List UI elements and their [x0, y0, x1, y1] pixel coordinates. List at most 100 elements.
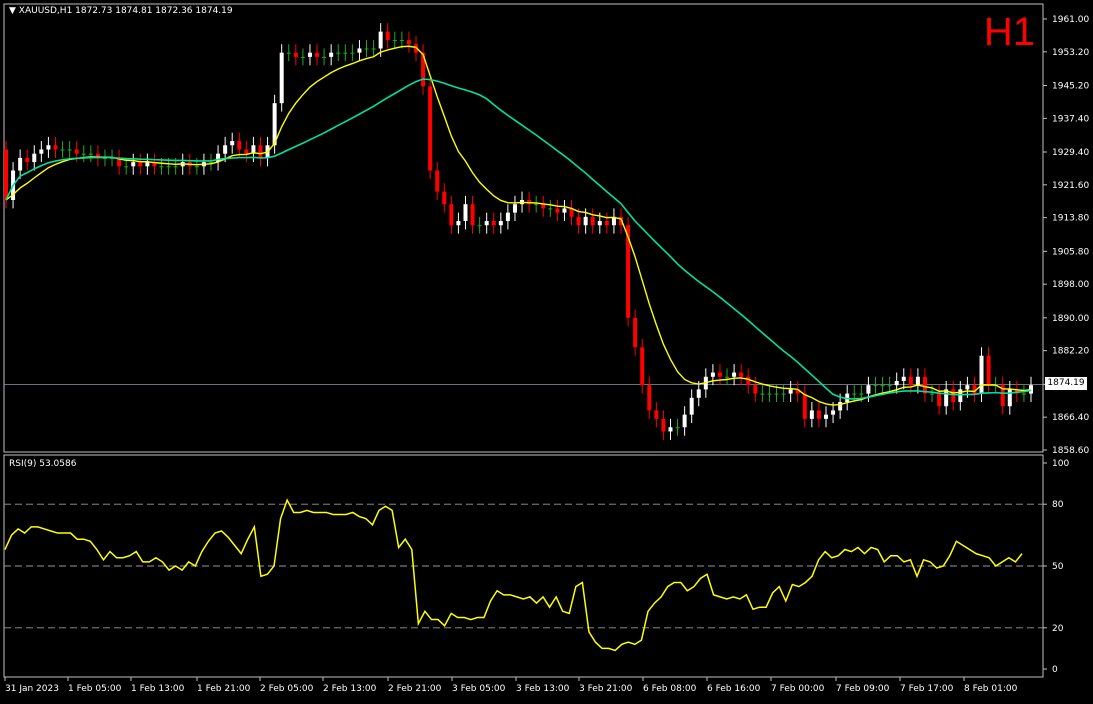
candle-body	[336, 52, 341, 54]
time-tick-label: 2 Feb 21:00	[388, 684, 442, 694]
time-tick-label: 7 Feb 00:00	[771, 684, 825, 694]
candle-body	[406, 40, 411, 45]
candle-body	[230, 141, 235, 146]
candle-body	[880, 385, 885, 387]
rsi-tick-label: 80	[1052, 500, 1064, 510]
candle-body	[654, 410, 659, 419]
candle-body	[732, 372, 737, 377]
time-tick-label: 3 Feb 13:00	[516, 684, 570, 694]
candle-body	[399, 40, 404, 42]
symbol-header: ▼ XAUUSD,H1 1872.73 1874.81 1872.36 1874…	[9, 6, 233, 16]
candle-body	[583, 216, 588, 226]
price-tick-label: 1913.80	[1052, 214, 1089, 224]
current-price-tag: 1874.19	[1045, 377, 1087, 390]
candle-body	[4, 149, 8, 200]
price-tick-label: 1937.40	[1052, 114, 1089, 124]
candle-body	[512, 204, 517, 213]
candle-body	[576, 216, 581, 226]
ma-slow-line	[5, 78, 1032, 400]
time-tick-label: 1 Feb 21:00	[197, 684, 251, 694]
candle-body	[484, 221, 489, 226]
candle-body	[385, 31, 390, 41]
candle-body	[831, 410, 836, 415]
candle-body	[392, 40, 397, 42]
candle-body	[986, 355, 991, 386]
chart-svg: 1961.00 1953.20 1945.20 1937.40 1929.40 1921.…	[3, 3, 1089, 694]
candle-body	[300, 56, 305, 58]
candle-body	[25, 157, 30, 163]
candle-body	[838, 402, 843, 411]
candle-body	[279, 52, 284, 104]
candle-body	[258, 145, 263, 158]
candle-body	[371, 48, 376, 50]
price-tick-label: 1961.00	[1052, 15, 1089, 25]
candle-body	[18, 157, 23, 171]
price-tick-label: 1882.20	[1052, 347, 1089, 357]
candle-body	[237, 141, 242, 150]
candle-body	[894, 380, 899, 386]
ma-fast-line	[5, 45, 1032, 406]
candle-body	[145, 162, 150, 167]
candle-body	[590, 216, 595, 226]
candle-body	[67, 149, 72, 151]
time-tick-label: 1 Feb 13:00	[131, 684, 185, 694]
candle-body	[194, 166, 199, 168]
rsi-tick-label: 0	[1052, 665, 1058, 675]
candle-body	[470, 204, 475, 226]
candle-body	[329, 52, 334, 57]
candle-body	[675, 427, 680, 429]
candle-body	[534, 204, 539, 206]
candle-body	[88, 153, 93, 155]
candle-body	[53, 145, 58, 150]
time-tick-label: 2 Feb 13:00	[323, 684, 377, 694]
candle-body	[604, 221, 609, 226]
candle-body	[350, 52, 355, 54]
candle-body	[710, 372, 715, 377]
candle-body	[633, 317, 638, 348]
collapse-triangle-icon[interactable]: ▼	[9, 6, 16, 16]
candle-body	[1021, 393, 1026, 395]
time-tick-label: 3 Feb 21:00	[579, 684, 633, 694]
candle-body	[138, 162, 143, 167]
candle-body	[873, 385, 878, 387]
candle-body	[32, 153, 37, 163]
candle-body	[774, 393, 779, 395]
candle-body	[442, 191, 447, 205]
candle-body	[315, 52, 320, 57]
time-tick-label: 7 Feb 09:00	[836, 684, 890, 694]
candle-body	[767, 393, 772, 395]
candle-body	[717, 372, 722, 377]
candle-body	[689, 397, 694, 415]
candle-body	[555, 208, 560, 213]
candle-body	[456, 221, 461, 226]
candle-body	[661, 418, 666, 432]
candle-body	[809, 410, 814, 419]
candle-body	[640, 347, 645, 386]
rsi-tick-label: 100	[1052, 459, 1069, 469]
candle-body	[39, 149, 44, 154]
rsi-tick-label: 20	[1052, 624, 1064, 634]
candle-body	[378, 31, 383, 49]
candle-body	[428, 86, 433, 171]
candle-body	[449, 204, 454, 226]
candle-body	[965, 385, 970, 390]
candle-body	[81, 153, 86, 155]
candle-body	[930, 393, 935, 395]
candle-body	[131, 162, 136, 167]
price-tick-label: 1945.20	[1052, 82, 1089, 92]
price-tick-label: 1890.00	[1052, 314, 1089, 324]
candle-body	[951, 389, 956, 403]
time-tick-label: 6 Feb 16:00	[707, 684, 761, 694]
time-tick-label: 31 Jan 2023	[5, 684, 59, 694]
time-tick-label: 2 Feb 05:00	[260, 684, 314, 694]
candle-body	[244, 149, 249, 154]
time-tick-label: 8 Feb 01:00	[964, 684, 1018, 694]
candle-body	[958, 389, 963, 403]
candle-body	[223, 145, 228, 154]
price-tick-label: 1929.40	[1052, 148, 1089, 158]
candle-body	[937, 393, 942, 407]
candle-body	[668, 427, 673, 432]
symbol-line: XAUUSD,H1 1872.73 1874.81 1872.36 1874.1…	[18, 6, 233, 16]
rsi-label: RSI(9) 53.0586	[9, 459, 77, 469]
candle-body	[491, 221, 496, 226]
